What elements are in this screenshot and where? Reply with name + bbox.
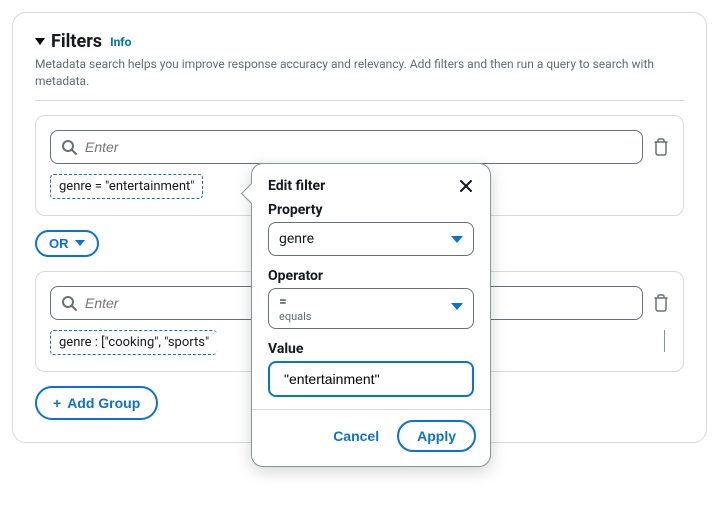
delete-group-icon[interactable] [653,138,669,156]
search-icon [61,295,77,311]
info-link[interactable]: Info [110,35,131,49]
filters-panel: Filters Info Metadata search helps you i… [12,12,707,443]
value-input[interactable] [284,371,465,387]
search-icon [61,139,77,155]
separator [664,330,665,352]
close-icon[interactable] [458,178,474,194]
plus-icon: + [53,395,61,411]
delete-group-icon[interactable] [653,294,669,312]
add-group-button[interactable]: + Add Group [35,386,158,420]
value-label: Value [268,341,474,357]
property-value: genre [279,231,314,247]
filter-search-input[interactable] [85,139,632,155]
or-connector[interactable]: OR [35,230,99,257]
operator-label: Operator [268,268,474,284]
edit-filter-popover: Edit filter Property genre Operator = eq… [251,163,491,467]
filters-description: Metadata search helps you improve respon… [35,56,684,90]
operator-value: = [279,294,463,310]
property-select[interactable]: genre [268,222,474,256]
operator-select[interactable]: = equals [268,288,474,329]
chevron-down-icon [75,240,85,246]
collapse-icon [35,38,45,45]
cancel-button[interactable]: Cancel [325,422,387,450]
value-input-wrapper[interactable] [268,361,474,397]
filter-chip[interactable]: genre : ["cooking", "sports" [50,330,217,355]
filter-search[interactable] [50,130,643,164]
chevron-down-icon [451,236,463,243]
add-group-label: Add Group [67,395,140,411]
filters-title: Filters [51,31,102,52]
divider [35,100,684,101]
property-label: Property [268,202,474,218]
apply-button[interactable]: Apply [397,420,476,452]
filter-chip[interactable]: genre = "entertainment" [50,174,203,199]
filters-header[interactable]: Filters Info [35,31,684,52]
chevron-down-icon [451,303,463,310]
popover-title: Edit filter [268,178,325,194]
or-label: OR [49,236,69,251]
operator-description: equals [279,310,463,323]
